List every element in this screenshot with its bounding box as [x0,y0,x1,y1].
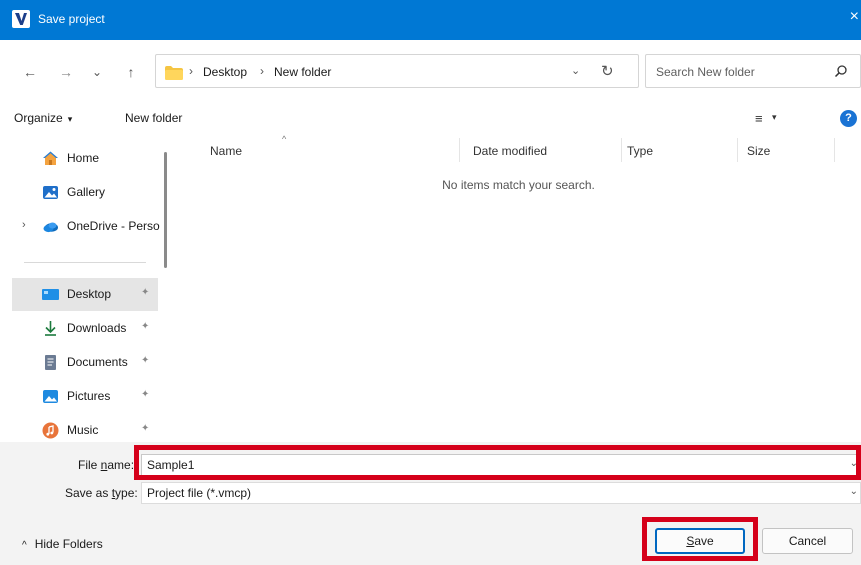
breadcrumb-desktop[interactable]: Desktop [203,65,247,79]
pin-icon[interactable]: ✦ [141,389,149,400]
column-divider[interactable] [834,138,835,162]
organize-label: Organize [14,111,63,125]
command-toolbar: Organize ▾ New folder ≡ ▾ ? [0,102,861,134]
address-bar[interactable]: › Desktop › New folder ⌄ ↻ [155,54,639,88]
file-name-label-prefix: File [78,458,101,472]
sidebar-item-pictures[interactable]: Pictures ✦ [12,380,158,413]
address-dropdown-chevron-icon[interactable]: ⌄ [571,64,580,77]
column-divider[interactable] [459,138,460,162]
organize-menu[interactable]: Organize ▾ [14,111,72,125]
search-box[interactable]: Search New folder [645,54,861,88]
home-icon [42,150,59,167]
save-as-type-label-suffix: ype: [115,486,138,500]
navigation-bar: ← → ⌄ ↑ › Desktop › New folder ⌄ ↻ Searc… [0,40,861,102]
sidebar-item-label: Desktop [67,287,112,301]
save-label-rest: ave [694,534,714,548]
column-header-date-modified[interactable]: Date modified [473,144,547,158]
sidebar-scrollbar[interactable] [164,152,167,268]
sidebar-item-label: Pictures [67,389,111,403]
refresh-icon[interactable]: ↻ [601,62,614,80]
document-icon [42,354,59,371]
pin-icon[interactable]: ✦ [141,423,149,434]
save-as-type-select[interactable]: Project file (*.vmcp) ⌄ [141,482,861,504]
save-as-type-label-prefix: Save as [65,486,112,500]
recent-locations-chevron-icon[interactable]: ⌄ [87,62,107,82]
sidebar-item-music[interactable]: Music ✦ [12,414,158,442]
column-divider[interactable] [737,138,738,162]
save-as-type-label: Save as type: [65,486,138,500]
title-bar: Save project × [0,0,861,40]
navigation-pane: Home Gallery › OneDrive - Perso Desktop … [0,134,170,442]
folder-icon [165,66,183,83]
sidebar-item-label: OneDrive - Perso [67,219,160,233]
download-icon [42,320,59,337]
sidebar-item-label: Downloads [67,321,127,335]
file-name-value: Sample1 [147,458,195,472]
sidebar-item-gallery[interactable]: Gallery [12,176,158,209]
breadcrumb-separator: › [189,64,193,78]
cancel-button[interactable]: Cancel [762,528,853,554]
back-arrow-icon[interactable]: ← [20,62,40,82]
sidebar-divider [24,262,146,263]
sidebar-item-label: Documents [67,355,128,369]
save-button[interactable]: Save [655,528,745,554]
gallery-icon [42,184,59,201]
pin-icon[interactable]: ✦ [141,321,149,332]
sidebar-item-home[interactable]: Home [12,142,158,175]
window-title: Save project [38,12,105,26]
file-name-label-suffix: ame: [107,458,135,472]
help-icon[interactable]: ? [840,110,857,127]
search-icon[interactable] [834,64,848,81]
expand-chevron-icon[interactable]: › [22,219,26,231]
breadcrumb-separator: › [260,64,264,78]
column-header-name[interactable]: Name [210,144,242,158]
desktop-icon [42,286,59,303]
chevron-down-icon[interactable]: ⌄ [850,486,858,497]
app-icon [12,10,30,28]
file-list: ^ Name Date modified Type Size No items … [176,134,861,442]
cloud-icon [42,218,59,235]
music-icon [42,422,59,439]
caret-down-icon[interactable]: ▾ [772,112,777,123]
empty-folder-message: No items match your search. [442,178,595,192]
forward-arrow-icon[interactable]: → [56,62,76,82]
chevron-down-icon[interactable]: ⌄ [850,458,858,469]
column-header-type[interactable]: Type [627,144,653,158]
save-form: File name: Sample1 ⌄ Save as type: Proje… [0,442,861,565]
breadcrumb-new-folder[interactable]: New folder [274,65,331,79]
close-button[interactable]: × [850,8,859,26]
sidebar-item-documents[interactable]: Documents ✦ [12,346,158,379]
up-arrow-icon[interactable]: ↑ [121,62,141,82]
sidebar-item-downloads[interactable]: Downloads ✦ [12,312,158,345]
sidebar-item-label: Home [67,151,100,165]
sidebar-item-label: Gallery [67,185,106,199]
new-folder-button[interactable]: New folder [125,111,182,125]
pictures-icon [42,388,59,405]
hide-folders-label: Hide Folders [34,537,103,551]
view-options-icon[interactable]: ≡ [755,111,763,126]
sort-ascending-icon: ^ [282,134,287,144]
file-name-input[interactable]: Sample1 ⌄ [141,454,861,476]
save-as-type-value: Project file (*.vmcp) [147,486,252,500]
column-header-size[interactable]: Size [747,144,770,158]
search-placeholder: Search New folder [656,65,755,79]
sidebar-item-desktop[interactable]: Desktop ✦ [12,278,158,311]
caret-down-icon: ▾ [67,114,73,124]
caret-up-icon: ^ [22,540,27,551]
hide-folders-toggle[interactable]: ^ Hide Folders [22,537,103,551]
sidebar-item-onedrive[interactable]: › OneDrive - Perso [12,210,160,243]
column-divider[interactable] [621,138,622,162]
pin-icon[interactable]: ✦ [141,287,149,298]
sidebar-item-label: Music [67,423,99,437]
pin-icon[interactable]: ✦ [141,355,149,366]
file-name-label: File name: [78,458,134,472]
